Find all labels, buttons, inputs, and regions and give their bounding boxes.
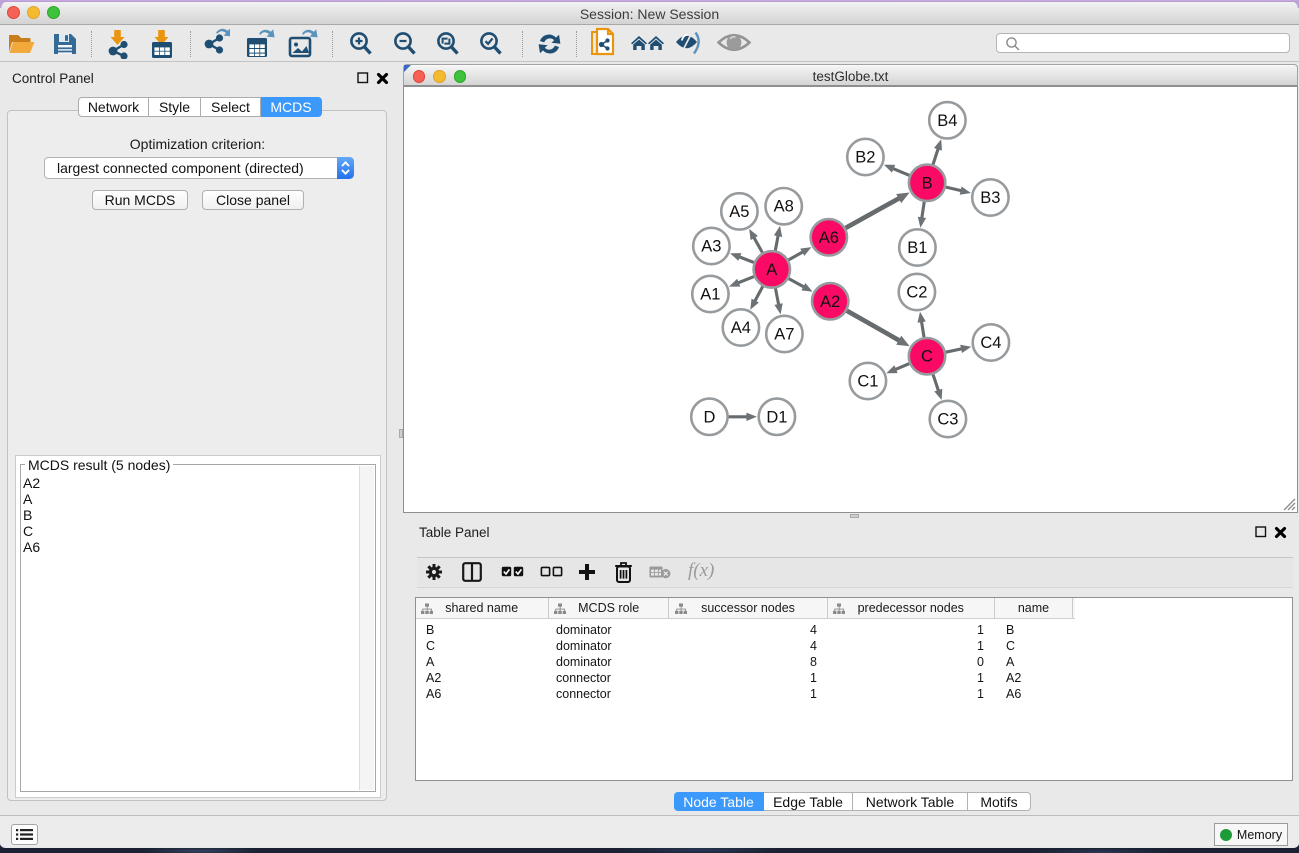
- svg-text:A6: A6: [819, 229, 839, 247]
- svg-text:A5: A5: [729, 203, 749, 221]
- svg-text:D: D: [703, 408, 715, 426]
- svg-text:A3: A3: [701, 238, 721, 256]
- svg-text:A7: A7: [774, 326, 794, 344]
- svg-text:A1: A1: [700, 286, 720, 304]
- svg-text:D1: D1: [766, 408, 787, 426]
- svg-text:A: A: [766, 261, 777, 279]
- svg-text:C: C: [921, 348, 933, 366]
- svg-text:A2: A2: [820, 293, 840, 311]
- svg-text:B: B: [922, 174, 933, 192]
- svg-text:B4: B4: [937, 112, 957, 130]
- svg-text:C4: C4: [980, 334, 1001, 352]
- svg-text:C3: C3: [937, 411, 958, 429]
- svg-text:A8: A8: [774, 198, 794, 216]
- svg-text:B1: B1: [907, 239, 927, 257]
- svg-text:C2: C2: [906, 284, 927, 302]
- svg-text:C1: C1: [857, 373, 878, 391]
- svg-text:B3: B3: [980, 189, 1000, 207]
- svg-text:A4: A4: [731, 319, 751, 337]
- svg-text:B2: B2: [855, 149, 875, 167]
